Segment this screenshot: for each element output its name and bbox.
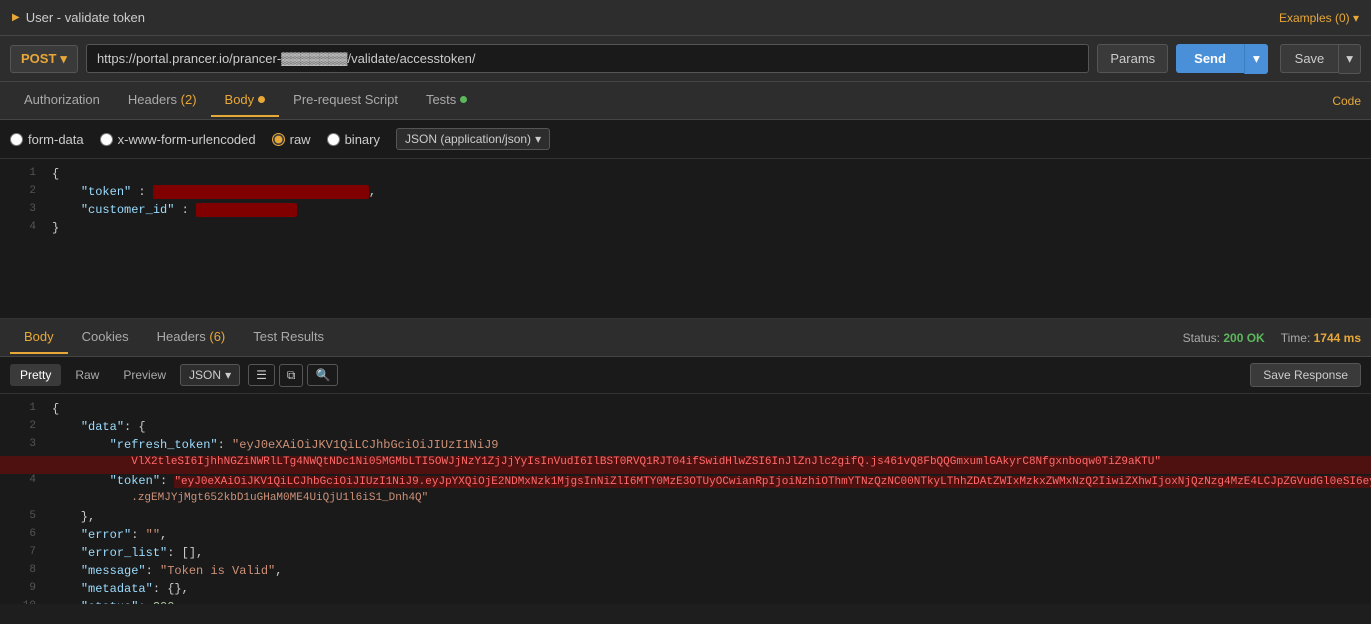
json-format-select[interactable]: JSON (application/json) ▾ [396,128,550,150]
preview-btn[interactable]: Preview [113,364,176,386]
resp-line-3-cont: VlX2tleSI6IjhhNGZiNWRlLTg4NWQtNDc1Ni05MG… [0,456,1371,474]
binary-label: binary [345,132,380,147]
resp-body-label: Body [24,329,54,344]
save-button[interactable]: Save [1280,44,1340,73]
tab-prerequest-label: Pre-request Script [293,92,398,107]
url-bar: POST ▾ Params Send ▾ Save ▾ [0,36,1371,82]
examples-btn[interactable]: Examples (0) ▾ [1279,11,1359,25]
url-encoded-label: x-www-form-urlencoded [118,132,256,147]
resp-line-4: 4 "token": "eyJ0eXAiOiJKV1QiLCJhbGciOiJI… [0,474,1371,492]
resp-tab-headers[interactable]: Headers (6) [143,321,240,354]
response-section: Body Cookies Headers (6) Test Results St… [0,319,1371,604]
save-btn-group: Save ▾ [1280,44,1361,74]
response-format-bar: Pretty Raw Preview JSON ▾ ☰ ⧉ 🔍 Save Res… [0,357,1371,394]
resp-tab-cookies[interactable]: Cookies [68,321,143,354]
send-btn-group: Send ▾ [1176,44,1268,74]
response-json-label: JSON [189,368,221,382]
save-response-btn[interactable]: Save Response [1250,363,1361,387]
title-bar-left: ▶ User - validate token [12,10,145,25]
tab-authorization-label: Authorization [24,92,100,107]
request-code-editor[interactable]: 1 { 2 "token" : "▓▓▓▓▓▓▓▓▓▓▓▓▓▓▓▓▓▓▓▓▓▓▓… [0,159,1371,319]
headers-count: (2) [181,92,197,107]
status-value: 200 OK [1223,331,1264,345]
resp-cookies-label: Cookies [82,329,129,344]
raw-btn[interactable]: Raw [65,364,109,386]
status-label: Status: 200 OK [1183,331,1265,345]
send-dropdown-icon[interactable]: ▾ [1244,44,1268,74]
method-chevron-icon: ▾ [60,51,67,67]
resp-line-3: 3 "refresh_token": "eyJ0eXAiOiJKV1QiLCJh… [0,438,1371,456]
form-data-label: form-data [28,132,84,147]
tab-authorization[interactable]: Authorization [10,84,114,117]
form-data-option[interactable]: form-data [10,132,84,147]
params-button[interactable]: Params [1097,44,1168,73]
req-line-2: 2 "token" : "▓▓▓▓▓▓▓▓▓▓▓▓▓▓▓▓▓▓▓▓▓▓▓▓▓▓▓… [0,185,1371,203]
resp-tab-testresults[interactable]: Test Results [239,321,338,354]
req-line-1: 1 { [0,167,1371,185]
time-value: 1744 ms [1314,331,1361,345]
resp-testresults-label: Test Results [253,329,324,344]
response-code-editor[interactable]: 1 { 2 "data": { 3 "refresh_token": "eyJ0… [0,394,1371,604]
tab-headers[interactable]: Headers (2) [114,84,211,117]
resp-line-5: 5 }, [0,510,1371,528]
json-format-label: JSON (application/json) [405,132,531,146]
binary-radio[interactable] [327,133,340,146]
send-button[interactable]: Send [1176,44,1244,73]
response-json-select[interactable]: JSON ▾ [180,364,240,386]
pretty-btn[interactable]: Pretty [10,364,61,386]
resp-headers-label: Headers (6) [157,329,226,344]
url-encoded-option[interactable]: x-www-form-urlencoded [100,132,256,147]
binary-option[interactable]: binary [327,132,380,147]
resp-line-8: 8 "message": "Token is Valid", [0,564,1371,582]
tab-tests[interactable]: Tests [412,84,481,117]
response-tabs-bar: Body Cookies Headers (6) Test Results St… [0,319,1371,357]
resp-tab-body[interactable]: Body [10,321,68,354]
request-tabs: Authorization Headers (2) Body Pre-reque… [0,82,1371,120]
tab-prerequest[interactable]: Pre-request Script [279,84,412,117]
req-line-4: 4 } [0,221,1371,239]
tab-headers-label: Headers (2) [128,92,197,107]
search-btn[interactable]: 🔍 [307,364,338,386]
request-title: User - validate token [26,10,145,25]
raw-radio[interactable] [272,133,285,146]
method-label: POST [21,51,56,66]
resp-line-4-cont: .zgEMJYjMgt652kbD1uGHaM0ME4UiQjU1l6iS1_D… [0,492,1371,510]
tests-dot [460,96,467,103]
raw-label: raw [290,132,311,147]
tab-tests-label: Tests [426,92,456,107]
json-chevron-icon: ▾ [535,132,541,146]
expand-icon[interactable]: ▶ [12,12,20,23]
filter-icon-btn[interactable]: ☰ [248,364,275,386]
resp-line-9: 9 "metadata": {}, [0,582,1371,600]
save-dropdown-icon[interactable]: ▾ [1339,44,1361,74]
url-encoded-radio[interactable] [100,133,113,146]
method-select[interactable]: POST ▾ [10,45,78,73]
resp-line-2: 2 "data": { [0,420,1371,438]
resp-line-7: 7 "error_list": [], [0,546,1371,564]
copy-btn[interactable]: ⧉ [279,364,304,387]
status-info: Status: 200 OK Time: 1744 ms [1183,331,1361,345]
form-data-radio[interactable] [10,133,23,146]
code-link[interactable]: Code [1332,94,1361,108]
tab-body-label: Body [225,92,255,107]
resp-line-6: 6 "error": "", [0,528,1371,546]
raw-option[interactable]: raw [272,132,311,147]
body-type-bar: form-data x-www-form-urlencoded raw bina… [0,120,1371,159]
body-dot [258,96,265,103]
req-line-3: 3 "customer_id" : "prancer-▓▓▓▓" [0,203,1371,221]
response-tabs-left: Body Cookies Headers (6) Test Results [10,321,338,354]
time-label: Time: 1744 ms [1281,331,1361,345]
title-bar: ▶ User - validate token Examples (0) ▾ [0,0,1371,36]
resp-line-10: 10 "status": 200 [0,600,1371,604]
response-json-chevron-icon: ▾ [225,368,231,382]
url-input[interactable] [86,44,1089,73]
tab-body[interactable]: Body [211,84,280,117]
resp-line-1: 1 { [0,402,1371,420]
